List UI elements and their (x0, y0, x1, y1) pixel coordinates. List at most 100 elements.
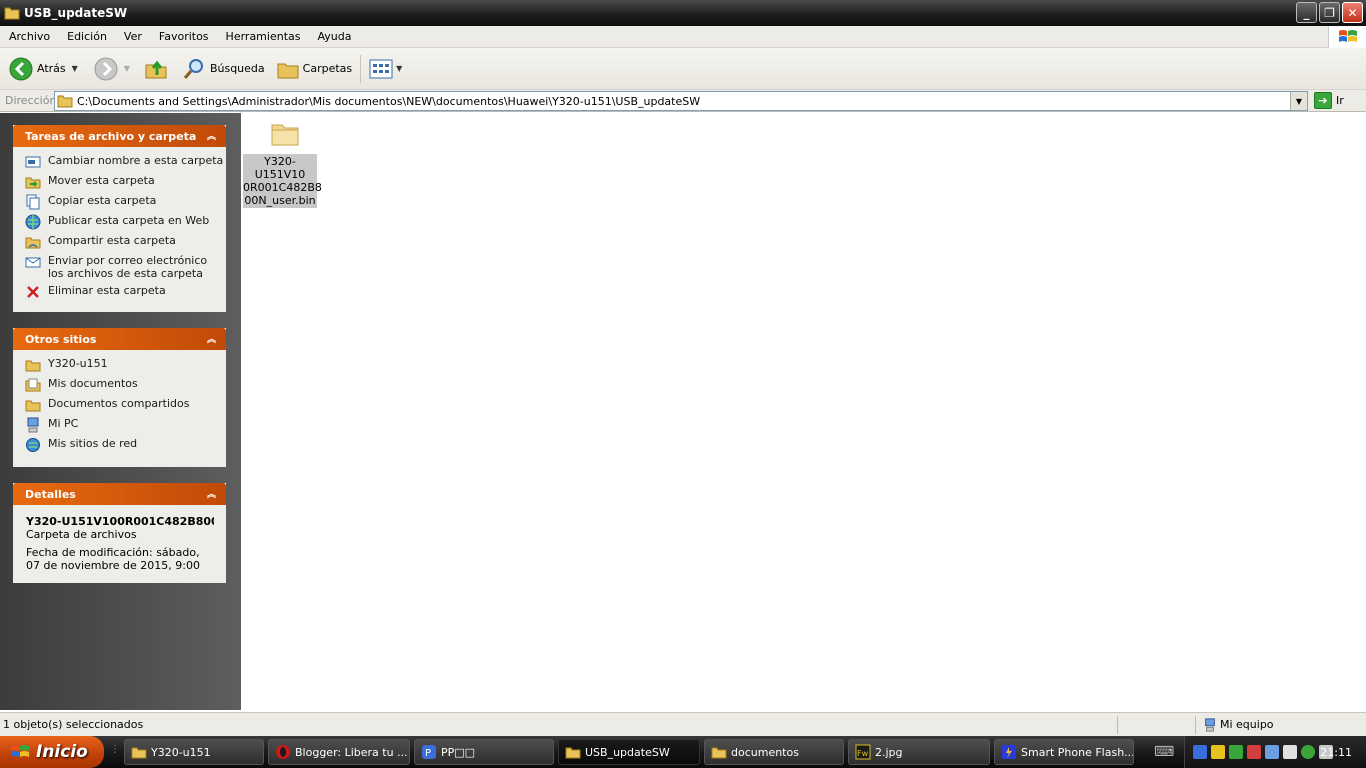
start-button[interactable]: Inicio (0, 736, 104, 768)
chevron-down-icon[interactable]: ▼ (396, 64, 402, 73)
status-bar: 1 objeto(s) seleccionados Mi equipo (0, 712, 1366, 736)
address-dropdown-button[interactable]: ▼ (1290, 92, 1307, 110)
other-places-panel: Otros sitios ︽ Y320-u151 Mis documentos … (13, 328, 226, 467)
maximize-button[interactable]: ❐ (1319, 2, 1340, 23)
folder-icon (4, 7, 20, 20)
pp-app-icon: P (422, 745, 436, 759)
move-folder-icon (25, 177, 41, 189)
quick-launch-grip: ⋮ (110, 744, 120, 755)
up-folder-button[interactable] (144, 57, 168, 81)
rename-icon (25, 156, 41, 168)
collapse-icon[interactable]: ︽ (205, 129, 218, 142)
place-mis-sitios-de-red[interactable]: Mis sitios de red (25, 437, 226, 453)
address-bar: Dirección C:\Documents and Settings\Admi… (0, 90, 1366, 112)
folders-icon (277, 63, 299, 78)
chevron-down-icon[interactable]: ▼ (124, 64, 130, 73)
folder-icon (57, 95, 73, 108)
file-folder-tasks-panel: Tareas de archivo y carpeta ︽ Cambiar no… (13, 125, 226, 312)
status-location: Mi equipo (1220, 718, 1274, 731)
opera-icon (276, 745, 290, 759)
copy-icon (26, 194, 40, 210)
task-copy-folder[interactable]: Copiar esta carpeta (25, 194, 226, 210)
place-mi-pc[interactable]: Mi PC (25, 417, 226, 433)
go-button[interactable]: ➔ Ir (1314, 92, 1344, 109)
search-button[interactable]: Búsqueda (182, 57, 265, 81)
details-panel: Detalles ︽ Y320-U151V100R001C482B800N_ C… (13, 483, 226, 583)
taskbar-button-usb-updatesw[interactable]: USB_updateSW (558, 739, 700, 765)
close-button[interactable]: ✕ (1342, 2, 1363, 23)
app-tray-icon[interactable] (1247, 745, 1261, 759)
menu-archivo[interactable]: Archivo (0, 30, 58, 43)
network-tray-icon[interactable] (1229, 745, 1243, 759)
panel-header[interactable]: Tareas de archivo y carpeta ︽ (13, 125, 226, 147)
fireworks-icon: Fw (855, 744, 871, 760)
keyboard-icon[interactable]: ⌨ (1154, 744, 1174, 760)
place-y320-u151[interactable]: Y320-u151 (25, 357, 226, 373)
toolbar: Atrás ▼ ▼ Búsqueda Carpetas ▼ (0, 48, 1366, 90)
file-list[interactable]: Y320-U151V10 0R001C482B8 00N_user.bin (241, 113, 1366, 710)
taskbar-button-documentos[interactable]: documentos (704, 739, 844, 765)
task-move-folder[interactable]: Mover esta carpeta (25, 174, 226, 190)
menu-favoritos[interactable]: Favoritos (150, 30, 217, 43)
minimize-button[interactable]: _ (1296, 2, 1317, 23)
task-publish-web[interactable]: Publicar esta carpeta en Web (25, 214, 226, 230)
globe-tray-icon[interactable] (1301, 745, 1315, 759)
address-input[interactable]: C:\Documents and Settings\Administrador\… (54, 91, 1308, 111)
device-tray-icon[interactable] (1265, 745, 1279, 759)
delete-icon (27, 286, 39, 298)
task-rename-folder[interactable]: Cambiar nombre a esta carpeta (25, 154, 226, 170)
status-selection: 1 objeto(s) seleccionados (3, 718, 144, 731)
windows-logo-icon (1328, 26, 1366, 48)
svg-text:P: P (425, 748, 431, 759)
status-divider (1117, 716, 1118, 734)
window-title: USB_updateSW (24, 6, 128, 20)
folder-item[interactable]: Y320-U151V10 0R001C482B8 00N_user.bin (243, 119, 322, 208)
flash-tool-icon (1002, 745, 1016, 759)
task-pane: Tareas de archivo y carpeta ︽ Cambiar no… (0, 113, 241, 710)
place-mis-documentos[interactable]: Mis documentos (25, 377, 226, 393)
pp-tray-icon[interactable] (1193, 745, 1207, 759)
menu-bar: Archivo Edición Ver Favoritos Herramient… (0, 26, 1366, 48)
up-folder-icon (145, 60, 167, 78)
email-icon (25, 257, 41, 268)
back-button[interactable]: Atrás ▼ (9, 57, 78, 81)
clock[interactable]: 21:11 (1320, 746, 1352, 759)
menu-edicion[interactable]: Edición (58, 30, 115, 43)
folder-icon (131, 747, 147, 759)
collapse-icon[interactable]: ︽ (205, 487, 218, 500)
taskbar-button-y320[interactable]: Y320-u151 (124, 739, 264, 765)
forward-button[interactable]: ▼ (94, 57, 130, 81)
address-label: Dirección (5, 94, 57, 107)
taskbar-button-pp[interactable]: P PP□□ (414, 739, 554, 765)
views-button[interactable]: ▼ (369, 59, 402, 79)
globe-icon (25, 214, 41, 230)
task-email-files[interactable]: Enviar por correo electrónico los archiv… (25, 254, 226, 280)
update-tray-icon[interactable] (1283, 745, 1297, 759)
details-type: Carpeta de archivos (26, 528, 137, 541)
task-delete-folder[interactable]: Eliminar esta carpeta (25, 284, 226, 300)
menu-ayuda[interactable]: Ayuda (308, 30, 359, 43)
menu-herramientas[interactable]: Herramientas (217, 30, 309, 43)
forward-arrow-icon (94, 57, 118, 80)
title-bar: USB_updateSW _ ❐ ✕ (0, 0, 1366, 26)
panel-header[interactable]: Detalles ︽ (13, 483, 226, 505)
place-documentos-compartidos[interactable]: Documentos compartidos (25, 397, 226, 413)
task-share-folder[interactable]: Compartir esta carpeta (25, 234, 226, 250)
toolbar-divider (360, 54, 362, 83)
chevron-down-icon[interactable]: ▼ (72, 64, 78, 73)
menu-ver[interactable]: Ver (115, 30, 150, 43)
shared-folder-icon (25, 400, 41, 412)
taskbar-button-smartphone-flash[interactable]: Smart Phone Flash... (994, 739, 1134, 765)
taskbar-button-blogger[interactable]: Blogger: Libera tu ... (268, 739, 410, 765)
views-icon (369, 59, 393, 78)
taskbar: Inicio ⋮ Y320-u151 Blogger: Libera tu ..… (0, 736, 1366, 768)
shield-icon[interactable] (1211, 745, 1225, 759)
computer-icon (1205, 717, 1215, 732)
share-folder-icon (25, 237, 41, 249)
folders-button[interactable]: Carpetas (277, 58, 352, 80)
windows-flag-icon (11, 745, 29, 757)
svg-text:Fw: Fw (857, 749, 869, 758)
taskbar-button-2jpg[interactable]: Fw 2.jpg (848, 739, 990, 765)
panel-header[interactable]: Otros sitios ︽ (13, 328, 226, 350)
collapse-icon[interactable]: ︽ (205, 332, 218, 345)
